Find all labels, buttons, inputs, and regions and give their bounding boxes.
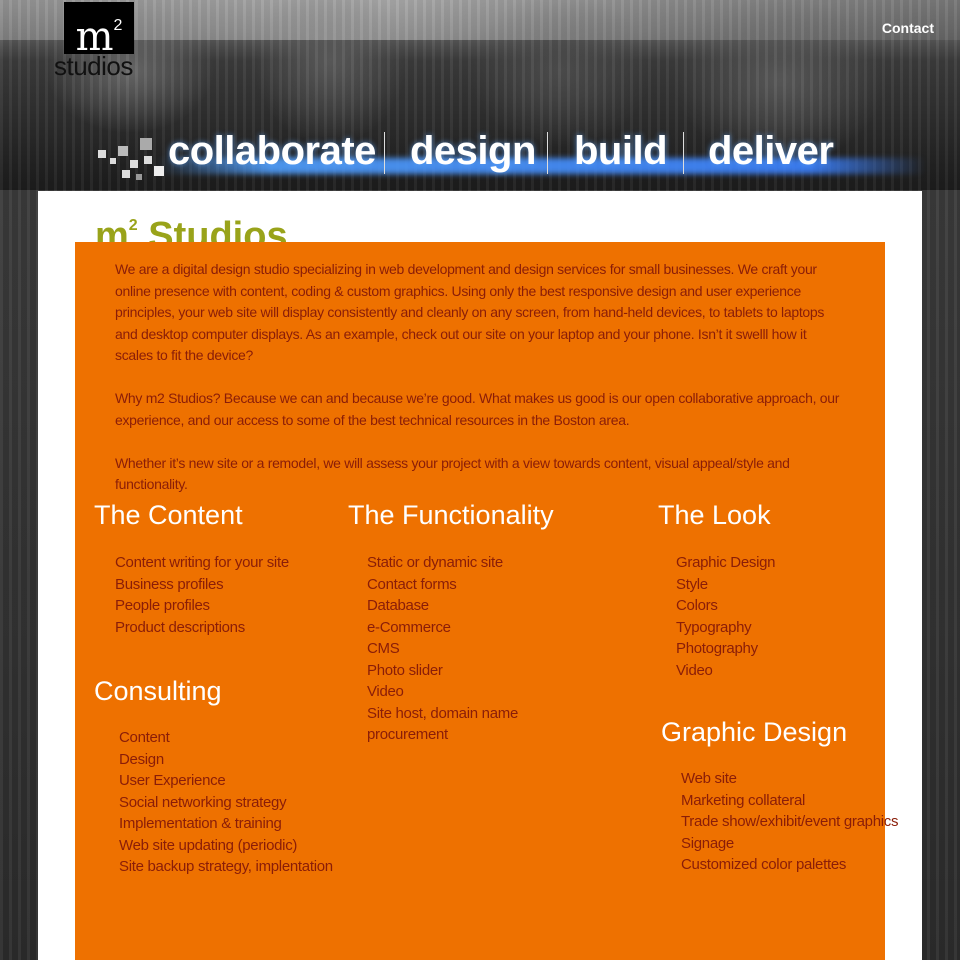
list-item: Typography: [676, 618, 752, 636]
list-item: Style: [676, 575, 708, 593]
intro-paragraph: Whether it’s new site or a remodel, we w…: [115, 454, 790, 493]
list-item: CMS: [367, 640, 400, 657]
list-item: User Experience: [119, 772, 226, 789]
list-item: Customized color palettes: [681, 856, 847, 873]
tagline-collaborate: collaborate: [168, 129, 376, 173]
pixel-cluster-icon: [96, 134, 166, 184]
list-item: Product descriptions: [115, 618, 245, 636]
tagline-divider: [384, 132, 385, 174]
section-list-functionality: Static or dynamic site Contact forms Dat…: [367, 552, 518, 746]
list-item: Web site updating (periodic): [119, 836, 298, 854]
list-item: Social networking strategy: [119, 793, 287, 811]
intro-paragraph: Why m2 Studios? Because we can and becau…: [115, 390, 840, 428]
section-title-consulting: Consulting: [94, 676, 222, 706]
list-item: Video: [676, 661, 713, 679]
list-item: Colors: [676, 597, 718, 614]
page-title-text: Studios...: [137, 215, 320, 242]
list-item: Video: [367, 683, 404, 700]
tagline-deliver: deliver: [708, 129, 834, 173]
list-item: Site host, domain name: [367, 704, 518, 722]
section-list-consulting: Content Design User Experience Social ne…: [119, 727, 333, 878]
logo-superscript: 2: [113, 17, 123, 34]
page-title: m2 Studios...: [95, 204, 319, 242]
list-item: procurement: [367, 726, 448, 743]
list-item: People profiles: [115, 597, 210, 614]
list-item: Content writing for your site: [115, 554, 289, 571]
tagline-divider: [547, 132, 548, 174]
list-item: Graphic Design: [676, 554, 776, 571]
contact-link[interactable]: Contact: [882, 20, 934, 36]
list-item: Content: [119, 729, 170, 746]
section-title-functionality: The Functionality: [348, 500, 554, 530]
page-title-superscript: 2: [128, 217, 138, 234]
section-list-graphic-design: Web site Marketing collateral Trade show…: [681, 768, 898, 876]
section-title-look: The Look: [658, 500, 771, 530]
tagline-build: build: [574, 129, 668, 173]
tagline-banner: collaborate design build deliver: [96, 128, 926, 184]
list-item: Site backup strategy, implentation: [119, 858, 333, 875]
list-item: Design: [119, 750, 164, 768]
tagline-design: design: [410, 129, 536, 173]
intro-text: We are a digital design studio specializ…: [115, 259, 845, 517]
list-item: e-Commerce: [367, 618, 451, 636]
logo-mark: m2: [64, 2, 134, 60]
section-title-graphic-design: Graphic Design: [661, 717, 848, 747]
list-item: Database: [367, 597, 429, 614]
intro-paragraph: We are a digital design studio specializ…: [115, 261, 825, 363]
section-list-content: Content writing for your site Business p…: [115, 552, 289, 638]
list-item: Photo slider: [367, 661, 443, 679]
list-item: Web site: [681, 770, 737, 787]
list-item: Static or dynamic site: [367, 554, 503, 571]
list-item: Photography: [676, 640, 758, 657]
page-title-m: m: [95, 215, 129, 242]
list-item: Implementation & training: [119, 815, 282, 832]
site-logo[interactable]: m2 studios: [52, 2, 152, 80]
list-item: Trade show/exhibit/event graphics: [681, 813, 899, 830]
list-item: Signage: [681, 834, 734, 852]
tagline-divider: [683, 132, 684, 174]
list-item: Marketing collateral: [681, 791, 806, 809]
list-item: Contact forms: [367, 575, 457, 593]
section-list-look: Graphic Design Style Colors Typography P…: [676, 552, 775, 681]
section-title-content: The Content: [94, 500, 243, 530]
list-item: Business profiles: [115, 575, 224, 593]
logo-wordmark: studios: [54, 51, 133, 81]
